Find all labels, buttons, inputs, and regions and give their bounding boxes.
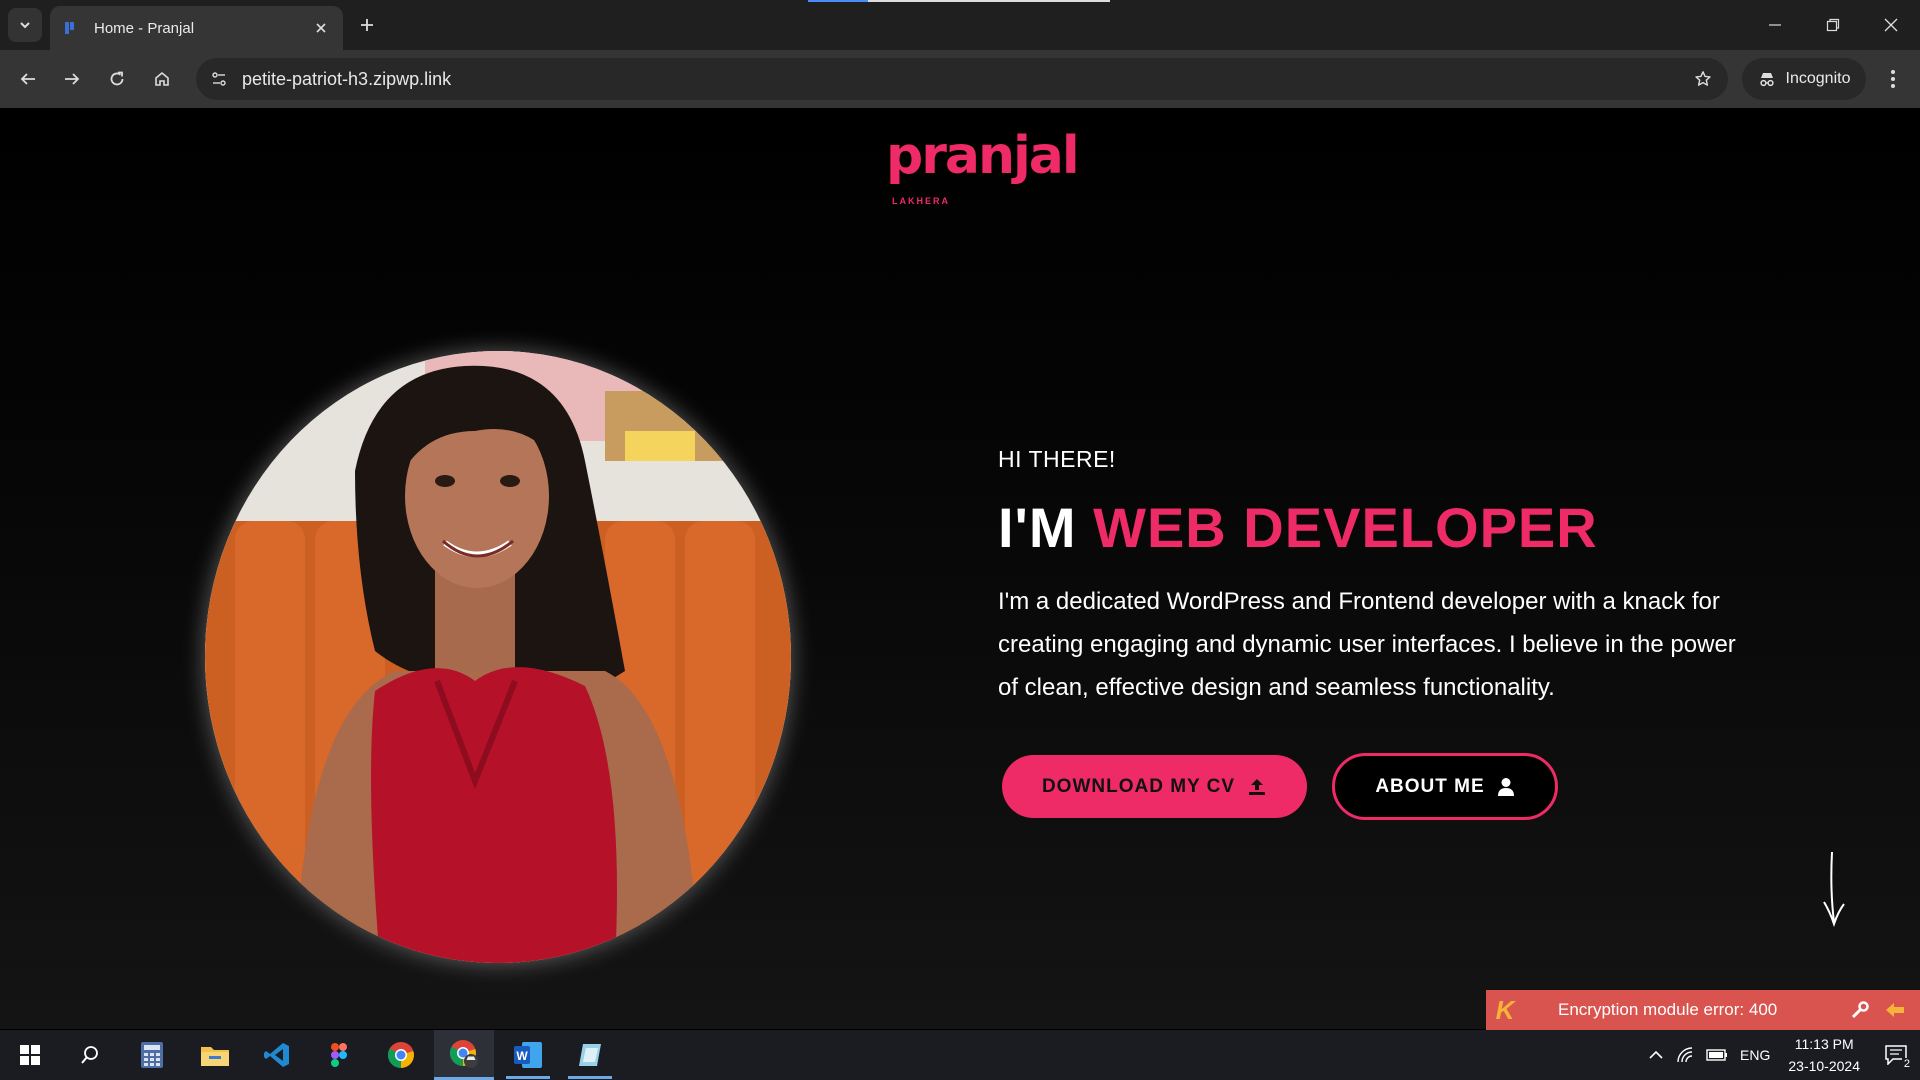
battery-icon	[1706, 1049, 1728, 1061]
forward-button[interactable]	[56, 63, 88, 95]
arrow-back-icon[interactable]	[1884, 1000, 1906, 1020]
hero-text: HI THERE! I'M WEB DEVELOPER I'm a dedica…	[998, 446, 1758, 709]
show-hidden-icons[interactable]	[1642, 1030, 1670, 1080]
tab-home[interactable]: Home - Pranjal	[50, 6, 343, 50]
restore-icon	[1826, 18, 1840, 32]
hero-headline: I'M WEB DEVELOPER	[998, 495, 1758, 560]
clock[interactable]: 11:13 PM 23-10-2024	[1776, 1033, 1872, 1077]
user-icon	[1497, 777, 1514, 796]
encryption-error-notification[interactable]: K Encryption module error: 400	[1486, 990, 1920, 1030]
favicon-icon	[62, 19, 80, 37]
word-icon: W	[514, 1042, 542, 1068]
url-text[interactable]: petite-patriot-h3.zipwp.link	[242, 69, 1686, 90]
start-button[interactable]	[2, 1030, 58, 1080]
notification-count: 2	[1901, 1058, 1912, 1070]
home-icon	[155, 71, 169, 86]
tab-search-button[interactable]	[8, 8, 42, 42]
taskbar-vscode[interactable]	[249, 1030, 305, 1080]
search-button[interactable]	[62, 1030, 118, 1080]
battery-status[interactable]	[1700, 1030, 1734, 1080]
site-settings-icon[interactable]	[202, 62, 236, 96]
logo-text: pranjal	[886, 126, 1080, 186]
headline-accent: WEB DEVELOPER	[1093, 496, 1598, 559]
minimize-button[interactable]	[1746, 0, 1804, 50]
incognito-label: Incognito	[1785, 70, 1851, 87]
tab-title: Home - Pranjal	[94, 19, 195, 37]
error-message: Encryption module error: 400	[1558, 1000, 1778, 1019]
headline-prefix: I'M	[998, 496, 1077, 559]
scroll-down-arrow-icon[interactable]	[1816, 850, 1852, 930]
browser-menu-button[interactable]	[1878, 63, 1908, 95]
greeting-text: HI THERE!	[998, 446, 1116, 472]
download-cv-button[interactable]: DOWNLOAD MY CV	[1002, 755, 1307, 818]
svg-text:W: W	[516, 1049, 528, 1063]
k-app-icon: K	[1495, 994, 1515, 1025]
browser-toolbar: petite-patriot-h3.zipwp.link Incognito	[0, 50, 1920, 108]
calculator-icon	[141, 1042, 163, 1068]
restore-button[interactable]	[1804, 0, 1862, 50]
notes-icon	[579, 1044, 601, 1066]
plus-icon	[361, 19, 373, 31]
windows-start-icon	[20, 1045, 40, 1065]
about-me-label: ABOUT ME	[1375, 775, 1485, 797]
logo-subtext: LAKHERA	[892, 196, 950, 206]
reload-button[interactable]	[101, 63, 133, 95]
back-button[interactable]	[12, 63, 44, 95]
more-vertical-icon	[1891, 70, 1895, 88]
figma-icon	[331, 1043, 347, 1067]
hero-description: I'm a dedicated WordPress and Frontend d…	[998, 588, 1736, 701]
search-icon	[81, 1046, 98, 1064]
page-content: pranjal LAKHERA HI THERE! I'M WEB DEVELO…	[0, 108, 1920, 1029]
chevron-down-icon	[20, 22, 30, 29]
window-controls	[1746, 0, 1920, 50]
reload-icon	[110, 71, 124, 86]
taskbar-chrome[interactable]	[373, 1030, 429, 1080]
profile-photo-illustration	[205, 351, 791, 963]
chrome-incognito-icon	[449, 1039, 478, 1068]
arrow-left-icon	[20, 73, 35, 85]
chrome-icon	[387, 1042, 414, 1069]
windows-taskbar: W ENG 11:13 PM 23-10-2024 2	[0, 1030, 1920, 1080]
network-status[interactable]	[1670, 1030, 1700, 1080]
close-icon	[1884, 18, 1898, 32]
site-logo[interactable]: pranjal LAKHERA	[884, 126, 1080, 206]
taskbar-word[interactable]: W	[498, 1030, 558, 1080]
close-tab-icon[interactable]	[311, 18, 331, 38]
address-bar[interactable]: petite-patriot-h3.zipwp.link	[196, 58, 1728, 100]
language-indicator[interactable]: ENG	[1734, 1030, 1776, 1080]
new-tab-button[interactable]	[352, 10, 382, 40]
profile-photo	[205, 351, 791, 963]
browser-tab-strip: Home - Pranjal	[0, 0, 1920, 50]
incognito-icon	[1759, 73, 1774, 87]
bookmark-star-icon[interactable]	[1686, 62, 1720, 96]
chevron-up-icon	[1649, 1050, 1663, 1059]
download-cv-label: DOWNLOAD MY CV	[1041, 775, 1236, 797]
close-window-button[interactable]	[1862, 0, 1920, 50]
wrench-icon[interactable]	[1850, 1000, 1870, 1020]
taskbar-file-explorer[interactable]	[187, 1030, 243, 1080]
loading-indicator	[808, 0, 1110, 2]
notification-tools	[1850, 1000, 1906, 1020]
taskbar-chrome-incognito[interactable]	[434, 1030, 494, 1080]
vscode-icon	[264, 1043, 289, 1067]
clock-date: 23-10-2024	[1788, 1058, 1860, 1074]
taskbar-notes[interactable]	[560, 1030, 620, 1080]
folder-icon	[201, 1047, 229, 1066]
taskbar-calculator[interactable]	[124, 1030, 180, 1080]
home-button[interactable]	[146, 63, 178, 95]
clock-time: 11:13 PM	[1794, 1036, 1854, 1052]
system-tray: ENG 11:13 PM 23-10-2024 2	[1642, 1030, 1920, 1080]
minimize-icon	[1769, 24, 1781, 26]
taskbar-figma[interactable]	[311, 1030, 367, 1080]
action-center-button[interactable]: 2	[1872, 1030, 1920, 1080]
upload-icon	[1249, 778, 1266, 795]
arrow-right-icon	[65, 73, 80, 85]
incognito-indicator[interactable]: Incognito	[1742, 58, 1866, 100]
about-me-button[interactable]: ABOUT ME	[1332, 753, 1558, 820]
wifi-icon	[1677, 1047, 1693, 1063]
